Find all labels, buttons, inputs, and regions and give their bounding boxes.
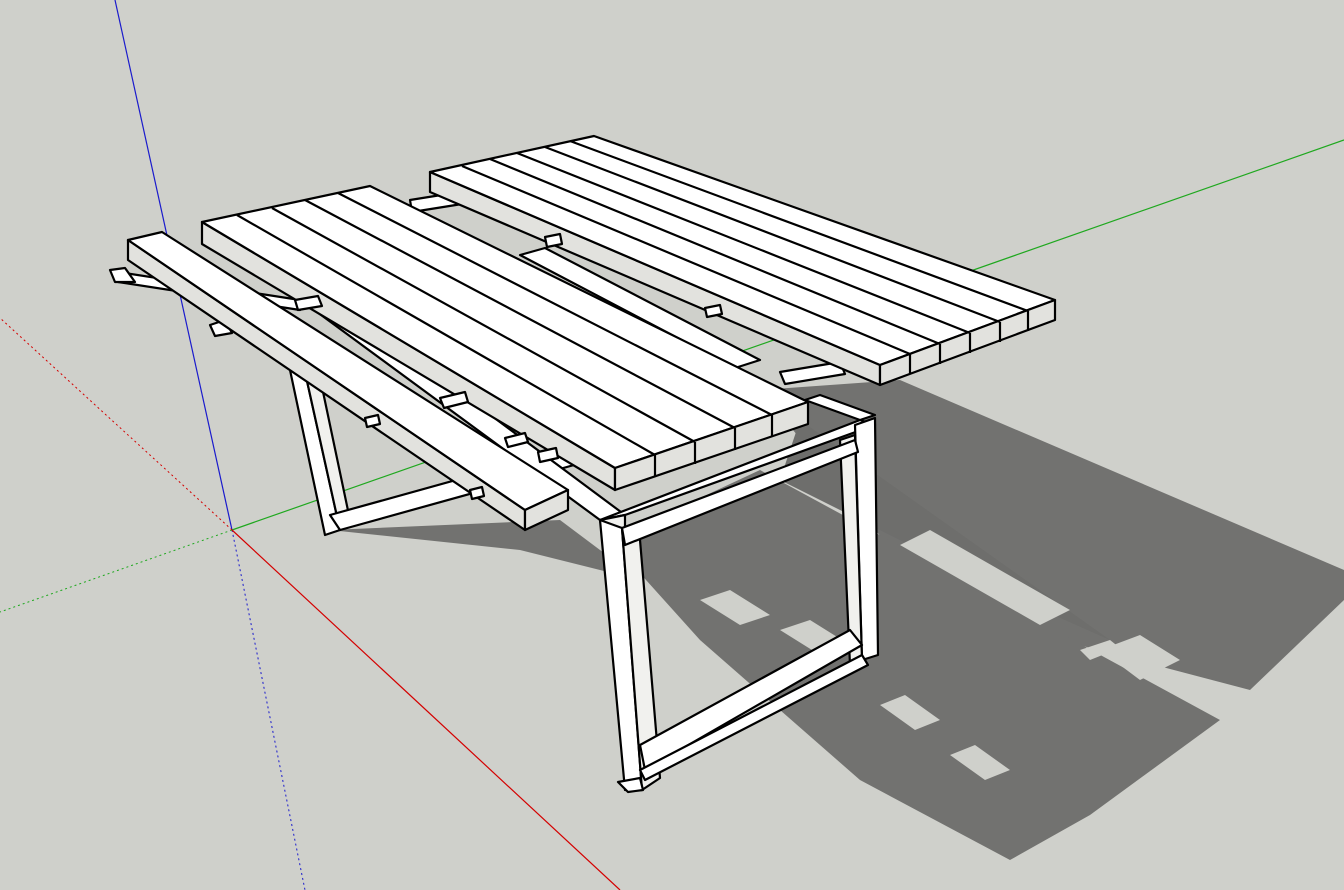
blue-axis-negative <box>231 529 306 890</box>
green-axis-negative <box>0 529 233 613</box>
red-axis-positive <box>231 529 621 890</box>
model-scene[interactable] <box>0 0 1344 890</box>
red-axis-negative <box>0 317 233 531</box>
sketchup-3d-viewport[interactable] <box>0 0 1344 890</box>
